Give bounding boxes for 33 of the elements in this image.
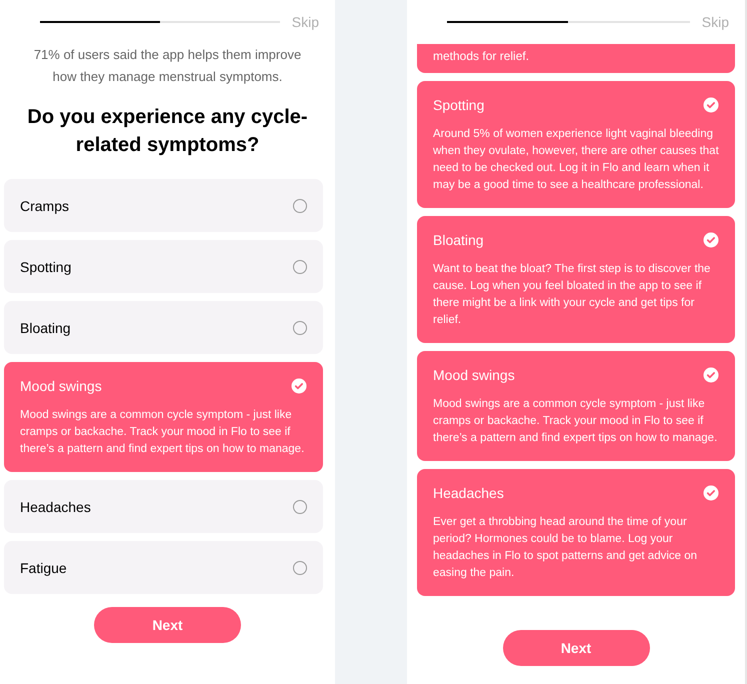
symptom-label: Fatigue — [20, 558, 67, 578]
symptom-label: Bloating — [433, 231, 484, 250]
symptom-label: Spotting — [20, 258, 72, 276]
symptom-card[interactable]: Mood swings Mood swings are a common cycle symptom - just like cramps or backache. Track your mood in Flo to see if there’s a pattern and find expert tips on how to manage. — [417, 351, 735, 461]
symptom-description: Around 5% of women experience light vaginal bleeding when they ovulate, however, there are other causes that need to be checked out. Log it in Flo and learn when it may be a good time to see a healthcare professional. — [433, 127, 719, 193]
symptom-label: Bloating — [20, 318, 71, 338]
symptom-card[interactable]: methods for relief. — [417, 44, 735, 73]
symptom-card[interactable]: Spotting — [4, 240, 323, 293]
symptom-description: Mood swings are a common cycle symptom - just like cramps or backache. Track your mood in Flo to see if there’s a pattern and find expert tips on how to manage. — [20, 408, 306, 457]
next-button[interactable]: Next — [94, 607, 241, 643]
symptom-label: Headaches — [20, 498, 91, 516]
symptom-description: Ever get a throbbing head around the time of your period? Hormones could be to blame. Log your headaches in Flo to spot patterns and get advice on easing the pain. — [433, 515, 698, 581]
symptom-card[interactable] — [417, 81, 735, 208]
symptom-card[interactable]: Mood swings Mood swings are a common cycle symptom - just like cramps or backache. Track your mood in Flo to see if there’s a pattern and find expert tips on how to manage. — [4, 362, 323, 472]
symptom-description: Want to beat the bloat? The first step is to discover the cause. Log when you feel bloated in the app to see if there might be a link with your cycle and get tips for relief. — [433, 262, 712, 328]
symptom-card[interactable]: Headaches — [4, 480, 323, 533]
symptom-description: Mood swings are a common cycle symptom - just like cramps or backache. Track your mood in Flo to see if there’s a pattern and find expert tips on how to manage. — [433, 397, 718, 446]
question-heading: Do you experience any cycle-related symptoms? — [26, 105, 309, 158]
symptom-description: methods for relief. — [433, 48, 530, 65]
symptom-label: Spotting — [433, 96, 484, 115]
symptom-card[interactable]: Cramps — [4, 179, 323, 232]
symptom-card[interactable]: Bloating Want to beat the bloat? The first step is to discover the cause. Log when you feel bloated in the app to see if there might be a link with your cycle and get tips for relief. — [417, 216, 735, 343]
symptom-card[interactable]: Bloating — [4, 301, 323, 354]
symptom-label: Headaches — [433, 484, 504, 503]
skip-button[interactable]: Skip — [698, 12, 733, 32]
skip-button[interactable]: Skip — [288, 12, 323, 32]
symptom-card[interactable]: Headaches Ever get a throbbing head around the time of your period? Hormones could be to blame. Log your headaches in Flo to spot patterns and get advice on easing the pain. — [417, 469, 735, 596]
next-button[interactable]: Next — [502, 630, 650, 666]
symptom-card[interactable]: Fatigue — [4, 541, 323, 594]
intro-text: 71% of users said the app helps them improve how they manage menstrual symptoms. — [32, 46, 302, 86]
symptom-label: Mood swings — [20, 377, 102, 396]
symptom-label: Mood swings — [433, 366, 515, 385]
symptom-label: Cramps — [20, 196, 70, 216]
